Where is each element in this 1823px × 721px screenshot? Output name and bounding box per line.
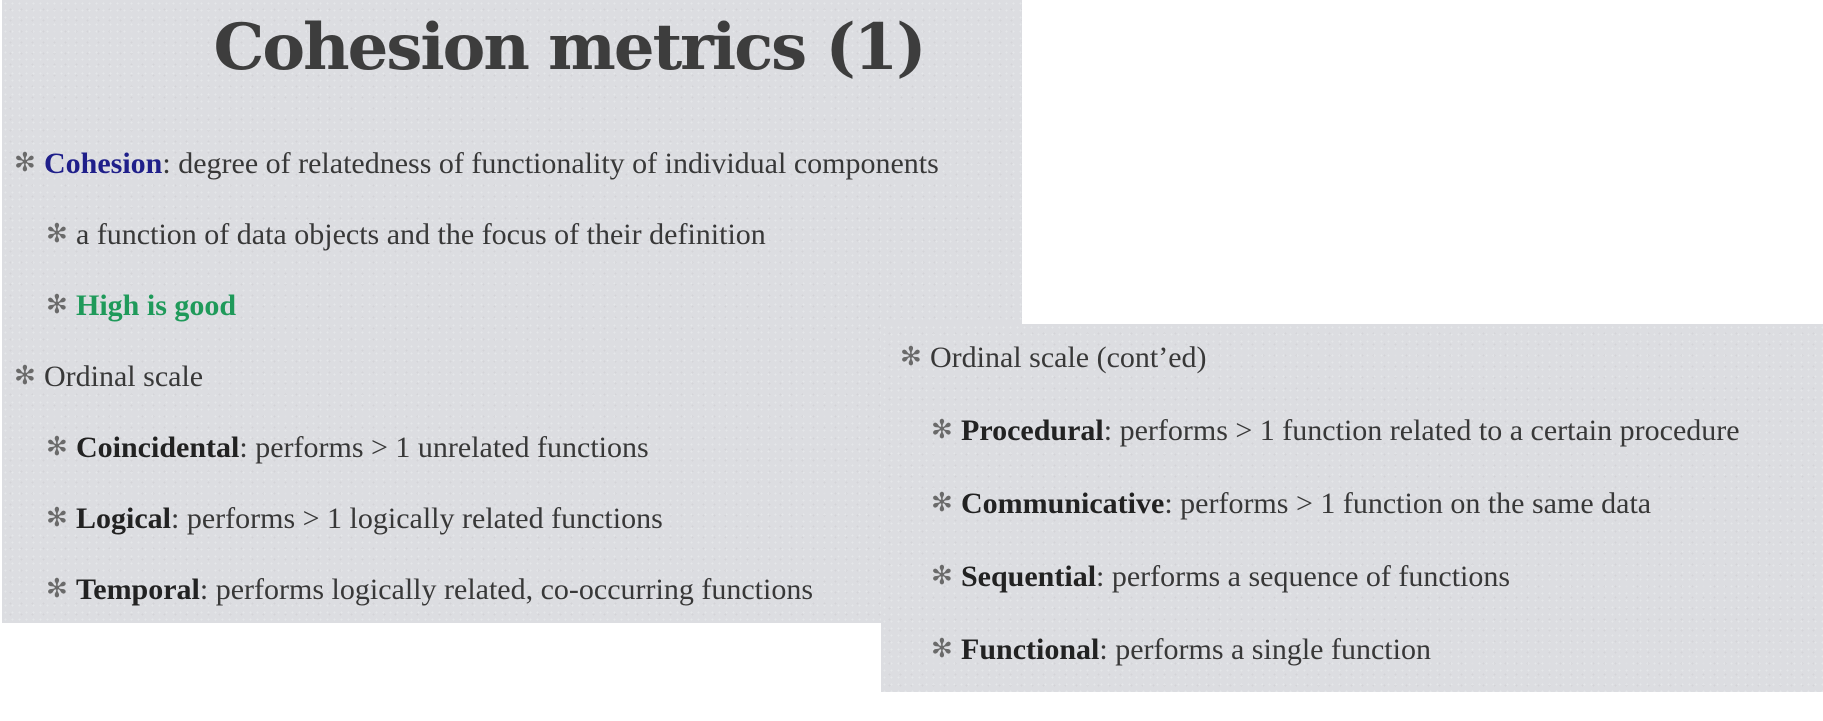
bullet-function-of-data: ✻ a function of data objects and the focu… (46, 214, 766, 255)
asterisk-bullet-icon: ✻ (931, 561, 953, 591)
bullet-ordinal-scale-cont: ✻ Ordinal scale (cont’ed) (900, 337, 1207, 378)
bullet-text: : performs > 1 function related to a cer… (1103, 414, 1740, 447)
bullet-text: Ordinal scale (cont’ed) (930, 341, 1207, 374)
bullet-text: : performs a single function (1099, 633, 1431, 666)
bullet-high-is-good: ✻ High is good (46, 285, 236, 326)
bullet-text: : performs > 1 unrelated functions (239, 431, 649, 464)
term-functional: Functional (961, 633, 1100, 666)
asterisk-bullet-icon: ✻ (931, 488, 953, 518)
bullet-text: : degree of relatedness of functionality… (162, 147, 939, 180)
asterisk-bullet-icon: ✻ (900, 342, 922, 372)
term-logical: Logical (76, 502, 171, 535)
slide-ordinal-scale-continued: ✻ Ordinal scale (cont’ed) ✻ Procedural: pe… (881, 324, 1823, 692)
bullet-ordinal-scale: ✻ Ordinal scale (14, 356, 203, 397)
term-high-is-good: High is good (76, 289, 237, 322)
term-communicative: Communicative (961, 487, 1165, 520)
asterisk-bullet-icon: ✻ (46, 503, 68, 533)
bullet-communicative: ✻ Communicative: performs > 1 function on… (931, 483, 1651, 524)
asterisk-bullet-icon: ✻ (14, 361, 36, 391)
bullet-sequential: ✻ Sequential: performs a sequence of func… (931, 556, 1510, 597)
asterisk-bullet-icon: ✻ (931, 634, 953, 664)
bullet-text: : performs > 1 function on the same data (1164, 487, 1652, 520)
term-procedural: Procedural (961, 414, 1104, 447)
asterisk-bullet-icon: ✻ (931, 415, 953, 445)
term-sequential: Sequential (961, 560, 1097, 593)
slide-title: Cohesion metrics (1) (213, 10, 926, 85)
bullet-text: Ordinal scale (44, 360, 204, 393)
bullet-logical: ✻ Logical: performs > 1 logically related… (46, 498, 663, 539)
asterisk-bullet-icon: ✻ (14, 148, 36, 178)
asterisk-bullet-icon: ✻ (46, 290, 68, 320)
bullet-text: : performs > 1 logically related functio… (171, 502, 663, 535)
bullet-text: : performs logically related, co-occurri… (199, 573, 814, 606)
bullet-cohesion: ✻ Cohesion: degree of relatedness of func… (14, 143, 939, 184)
bullet-functional: ✻ Functional: performs a single function (931, 629, 1431, 670)
asterisk-bullet-icon: ✻ (46, 574, 68, 604)
slide-cohesion-metrics: Cohesion metrics (1) ✻ Cohesion: degree o… (2, 0, 1022, 623)
bullet-temporal: ✻ Temporal: performs logically related, c… (46, 569, 813, 610)
asterisk-bullet-icon: ✻ (46, 219, 68, 249)
term-coincidental: Coincidental (76, 431, 240, 464)
asterisk-bullet-icon: ✻ (46, 432, 68, 462)
term-cohesion: Cohesion (44, 147, 163, 180)
bullet-coincidental: ✻ Coincidental: performs > 1 unrelated fu… (46, 427, 649, 468)
bullet-procedural: ✻ Procedural: performs > 1 function relat… (931, 410, 1740, 451)
bullet-text: a function of data objects and the focus… (76, 218, 766, 251)
bullet-text: : performs a sequence of functions (1096, 560, 1511, 593)
term-temporal: Temporal (76, 573, 200, 606)
